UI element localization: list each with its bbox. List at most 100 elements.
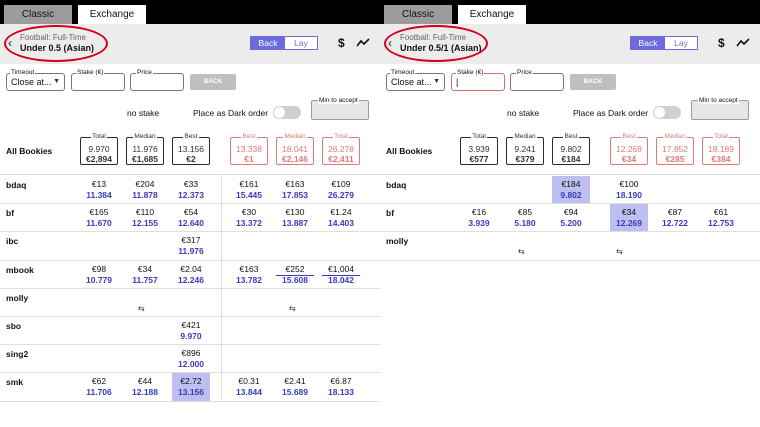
back-odds-cell[interactable]: €165 11.670 [80, 204, 118, 232]
cell-stake: €98 [91, 263, 107, 274]
tab-classic[interactable]: Classic [384, 5, 452, 24]
timeout-label: Timeout [390, 69, 416, 76]
cell-stake: €317 [181, 235, 201, 246]
lay-odds-cell[interactable]: €163 17.853 [276, 176, 314, 204]
cell-odds: 11.706 [86, 387, 112, 398]
summary-caption-text: Median [513, 133, 537, 140]
cell-odds: 12.000 [178, 359, 204, 370]
back-odds-cell[interactable]: €2.72 13.156 [172, 373, 210, 402]
back-median-summary[interactable]: Median 11.976 €1,685 [126, 133, 164, 165]
lay-odds-cell[interactable]: €252 15.608 [276, 261, 314, 289]
dark-order-label: Place as Dark order [193, 108, 269, 118]
back-odds-cell[interactable]: €94 5.200 [552, 204, 590, 232]
cell-stake: €109 [331, 179, 351, 189]
swap-icon[interactable]: ⇆ [616, 247, 623, 256]
summary-caption-text: Total [333, 133, 349, 140]
lay-odds-cell[interactable]: €61 12.753 [702, 204, 740, 232]
lay-median-summary[interactable]: Median 17.852 €285 [656, 133, 694, 165]
back-total-summary[interactable]: Total 3.939 €577 [460, 133, 498, 165]
lay-toggle-button[interactable]: Lay [665, 37, 697, 49]
back-odds-cell[interactable]: €13 11.384 [80, 176, 118, 204]
lay-odds-cell[interactable]: €87 12.722 [656, 204, 694, 232]
back-odds-cell[interactable]: €317 11.976 [172, 232, 210, 260]
back-toggle-button[interactable]: Back [631, 37, 665, 49]
lay-toggle-button[interactable]: Lay [285, 37, 317, 49]
summary-caption: Total [461, 133, 497, 140]
cell-odds: 12.373 [178, 190, 204, 200]
back-total-summary[interactable]: Total 9.970 €2,894 [80, 133, 118, 165]
chevron-down-icon: ▼ [53, 78, 60, 85]
lay-odds-cell[interactable]: €161 15.445 [230, 176, 268, 204]
summary-caption: Median [507, 133, 543, 140]
lay-total-summary[interactable]: Total 18.189 €384 [702, 133, 740, 165]
lay-odds-cell[interactable]: €100 18.190 [610, 176, 648, 204]
cell-stake: €0.31 [238, 376, 260, 387]
dark-order-toggle[interactable] [273, 106, 301, 119]
tab-exchange[interactable]: Exchange [78, 5, 146, 24]
cell-odds: 15.689 [282, 387, 308, 398]
back-best-summary[interactable]: Best 13.156 €2 [172, 133, 210, 165]
lay-odds-cell[interactable]: €34 12.269 [610, 204, 648, 233]
swap-icon[interactable]: ⇆ [138, 304, 145, 313]
back-odds-cell[interactable]: €98 10.779 [80, 261, 118, 289]
cell-odds: 12.753 [708, 218, 734, 229]
cell-stake: €100 [619, 179, 639, 189]
lay-median-summary[interactable]: Median 18.041 €2,146 [276, 133, 314, 165]
all-bookies-label: All Bookies [386, 146, 433, 156]
summary-stake: €577 [469, 154, 489, 164]
back-odds-cell[interactable]: €85 5.180 [506, 204, 544, 232]
summary-caption: Best [553, 133, 589, 140]
tab-classic[interactable]: Classic [4, 5, 72, 24]
back-odds-cell[interactable]: €54 12.640 [172, 204, 210, 232]
chart-trend-icon[interactable] [356, 38, 370, 48]
back-odds-cell[interactable]: €34 11.757 [126, 261, 164, 289]
back-odds-cell[interactable]: €110 12.155 [126, 204, 164, 232]
row-divider [0, 400, 380, 402]
bookie-name: bf [6, 208, 15, 219]
back-median-summary[interactable]: Median 9.241 €379 [506, 133, 544, 165]
lay-odds-cell[interactable]: €1.24 14.403 [322, 204, 360, 232]
swap-icon[interactable]: ⇆ [518, 247, 525, 256]
cell-odds: 12.188 [132, 387, 158, 398]
back-submit-button[interactable]: BACK [570, 74, 616, 90]
currency-icon[interactable]: $ [338, 36, 345, 50]
cell-stake: €2.41 [284, 376, 306, 387]
summary-caption: Total [703, 133, 739, 140]
cell-odds: 12.640 [178, 218, 204, 229]
back-best-summary[interactable]: Best 9.802 €184 [552, 133, 590, 165]
lay-total-summary[interactable]: Total 26.278 €2,411 [322, 133, 360, 165]
summary-stake: €379 [515, 154, 535, 164]
back-odds-cell[interactable]: €16 3.939 [460, 204, 498, 232]
bookie-name: bdaq [386, 180, 407, 190]
back-odds-cell[interactable]: €62 11.706 [80, 373, 118, 401]
back-odds-cell[interactable]: €896 12.000 [172, 345, 210, 373]
lay-odds-cell[interactable]: €163 13.782 [230, 261, 268, 289]
chart-trend-icon[interactable] [736, 38, 750, 48]
back-odds-cell[interactable]: €2.04 12.246 [172, 261, 210, 289]
cell-stake: €1.24 [330, 207, 352, 218]
back-odds-cell[interactable]: €204 11.878 [126, 176, 164, 204]
back-toggle-button[interactable]: Back [251, 37, 285, 49]
swap-icon[interactable]: ⇆ [289, 304, 296, 313]
lay-best-summary[interactable]: Best 12.268 €34 [610, 133, 648, 165]
lay-odds-cell[interactable]: €109 26.279 [322, 176, 360, 204]
currency-icon[interactable]: $ [718, 36, 725, 50]
cell-odds: 12.246 [178, 274, 204, 285]
lay-odds-cell[interactable]: €130 13.887 [276, 204, 314, 232]
back-odds-cell[interactable]: €184 9.802 [552, 176, 590, 204]
dark-order-toggle[interactable] [653, 106, 681, 119]
lay-best-summary[interactable]: Best 13.338 €1 [230, 133, 268, 165]
lay-odds-cell[interactable]: €0.31 13.844 [230, 373, 268, 401]
lay-odds-cell[interactable]: €6.87 18.133 [322, 373, 360, 401]
lay-odds-cell[interactable]: €2.41 15.689 [276, 373, 314, 401]
back-odds-cell[interactable]: €44 12.188 [126, 373, 164, 401]
lay-odds-cell[interactable]: €30 13.372 [230, 204, 268, 232]
cell-stake: €110 [135, 207, 155, 218]
back-odds-cell[interactable]: €421 9.970 [172, 317, 210, 345]
lay-odds-cell[interactable]: €1,004 18.042 [322, 261, 360, 289]
tab-exchange[interactable]: Exchange [458, 5, 526, 24]
summary-caption: Median [277, 133, 313, 140]
back-submit-button[interactable]: BACK [190, 74, 236, 90]
summary-caption-text: Median [133, 133, 157, 140]
back-odds-cell[interactable]: €33 12.373 [172, 176, 210, 204]
